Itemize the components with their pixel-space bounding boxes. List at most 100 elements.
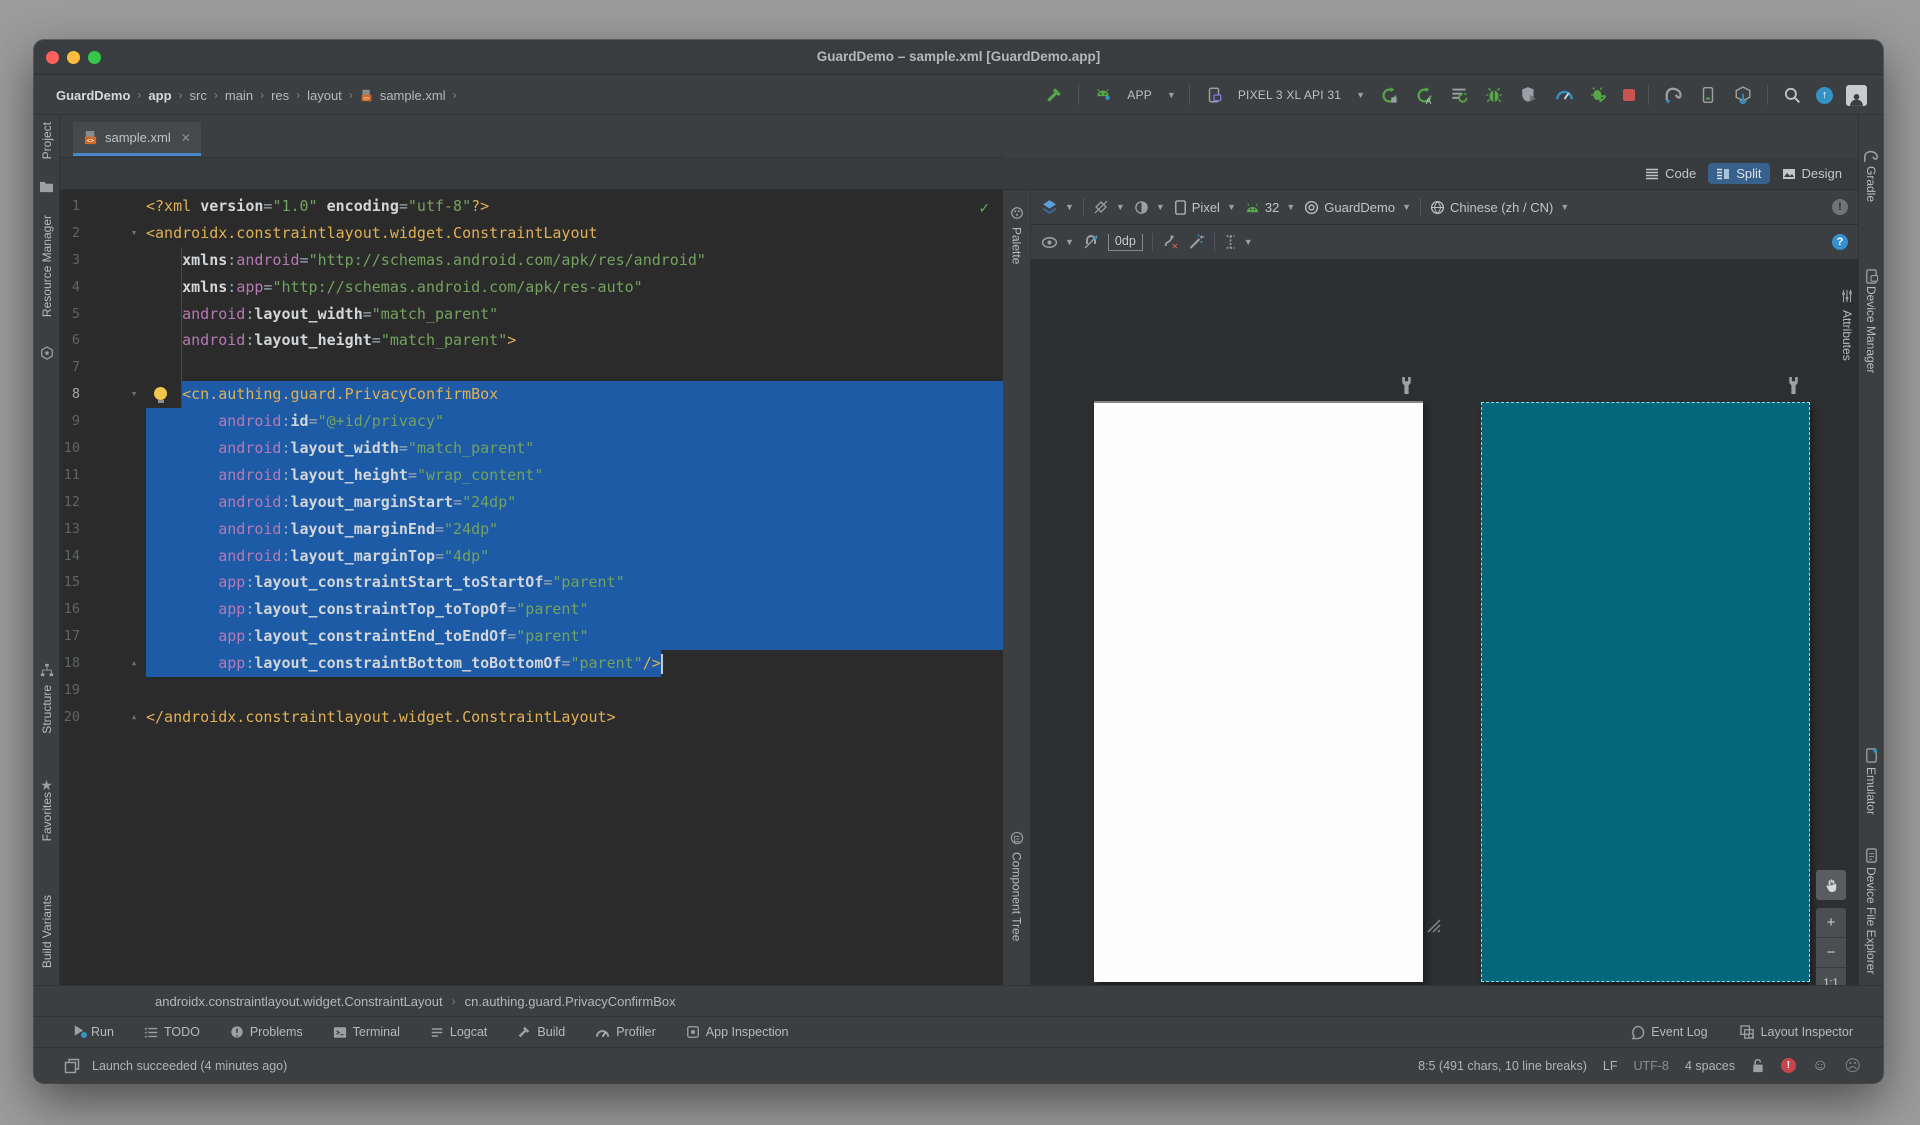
attributes-label[interactable]: Attributes	[1836, 310, 1858, 361]
chevron-down-icon[interactable]: ▼	[1356, 90, 1365, 100]
breadcrumb-item-layout[interactable]: layout	[307, 88, 342, 103]
view-mode-split[interactable]: Split	[1708, 163, 1770, 184]
close-tab-icon[interactable]: ✕	[181, 131, 191, 145]
device-config-wrench-icon[interactable]	[1786, 376, 1802, 396]
zoom-out-button[interactable]: −	[1816, 938, 1846, 968]
palette-icon[interactable]	[1009, 205, 1025, 221]
default-margin-selector[interactable]: 0dp	[1107, 233, 1143, 251]
stop-icon[interactable]	[1623, 89, 1635, 101]
resource-manager-icon[interactable]	[39, 345, 55, 361]
theme-dropdown[interactable]: GuardDemo ▼	[1304, 200, 1411, 215]
guideline-tool-icon[interactable]: ▼	[1224, 234, 1253, 250]
apply-code-changes-icon[interactable]: A	[1413, 84, 1435, 106]
palette-label[interactable]: Palette	[1003, 227, 1030, 264]
theme-mode-selector[interactable]: ▼	[1134, 200, 1165, 215]
infer-constraints-icon[interactable]	[1188, 234, 1205, 250]
tool-window-button-build[interactable]: Build	[517, 1025, 565, 1039]
tool-window-button-emulator[interactable]: Emulator	[1859, 767, 1883, 815]
code-line-17[interactable]: 17 app:layout_constraintEnd_toEndOf="par…	[60, 623, 1003, 651]
code-line-9[interactable]: 9 android:id="@+id/privacy"	[60, 408, 1003, 436]
autoconnect-off-icon[interactable]	[1083, 234, 1099, 250]
zoom-in-button[interactable]: +	[1816, 908, 1846, 938]
background-tasks-icon[interactable]	[64, 1058, 80, 1074]
profile-shield-icon[interactable]	[1518, 84, 1540, 106]
breadcrumb-item-res[interactable]: res	[271, 88, 289, 103]
tool-window-button-device-file-explorer[interactable]: Device File Explorer	[1859, 867, 1883, 974]
ide-update-icon[interactable]: ↑	[1816, 86, 1833, 104]
tool-window-button-structure[interactable]: Structure	[34, 685, 59, 734]
breadcrumb-item-sample.xml[interactable]: sample.xml	[380, 88, 446, 103]
orientation-selector[interactable]: ▼	[1093, 199, 1125, 215]
tool-window-button-todo[interactable]: TODO	[144, 1025, 200, 1039]
tool-window-button-resource-manager[interactable]: Resource Manager	[34, 215, 59, 317]
code-line-13[interactable]: 13 android:layout_marginEnd="24dp"	[60, 515, 1003, 543]
frown-feedback-icon[interactable]: ☹	[1844, 1056, 1861, 1076]
code-line-16[interactable]: 16 app:layout_constraintTop_toTopOf="par…	[60, 596, 1003, 624]
sdk-manager-icon[interactable]	[1732, 84, 1754, 106]
breadcrumb-item-GuardDemo[interactable]: GuardDemo	[56, 88, 130, 103]
unlock-icon[interactable]	[1751, 1058, 1765, 1073]
code-line-14[interactable]: 14 android:layout_marginTop="4dp"	[60, 542, 1003, 570]
clear-constraints-icon[interactable]: ✕	[1162, 234, 1179, 250]
emulator-icon[interactable]	[1863, 747, 1879, 763]
breadcrumb-item-src[interactable]: src	[190, 88, 207, 103]
tool-window-button-favorites[interactable]: Favorites	[34, 792, 59, 841]
structure-icon[interactable]	[39, 662, 55, 678]
fold-marker-icon[interactable]: ▴	[126, 704, 142, 731]
code-editor[interactable]: ✓ 1 <?xml version="1.0" encoding="utf-8"?…	[60, 190, 1003, 985]
design-surface[interactable]: + − 1:1	[1031, 260, 1858, 1028]
breadcrumb-item-main[interactable]: main	[225, 88, 253, 103]
design-surface-selector[interactable]: ▼	[1041, 199, 1074, 216]
view-options-icon[interactable]: ▼	[1041, 235, 1074, 250]
code-line-10[interactable]: 10 android:layout_width="match_parent"	[60, 435, 1003, 462]
code-line-3[interactable]: 3 xmlns:android="http://schemas.android.…	[60, 247, 1003, 274]
device-manager-side-icon[interactable]	[1863, 268, 1879, 284]
file-encoding[interactable]: UTF-8	[1634, 1059, 1669, 1073]
code-line-20[interactable]: 20 ▴ </androidx.constraintlayout.widget.Co…	[60, 704, 1003, 731]
fold-marker-icon[interactable]: ▾	[126, 381, 142, 408]
code-line-7[interactable]: 7	[60, 354, 1003, 381]
indent-setting[interactable]: 4 spaces	[1685, 1059, 1735, 1073]
code-line-18[interactable]: 18 ▴ app:layout_constraintBottom_toBottom…	[60, 650, 1003, 678]
tool-window-button-app-inspection[interactable]: App Inspection	[686, 1025, 789, 1039]
line-ending[interactable]: LF	[1603, 1059, 1618, 1073]
device-preview-selected-root[interactable]	[1481, 402, 1810, 982]
run-config-selector[interactable]: APP	[1127, 88, 1152, 102]
tool-window-button-terminal[interactable]: Terminal	[333, 1025, 400, 1039]
tool-window-button-logcat[interactable]: Logcat	[430, 1025, 487, 1039]
component-tree-label[interactable]: Component Tree	[1003, 852, 1030, 941]
component-tree-icon[interactable]	[1009, 830, 1025, 846]
tool-window-button-build-variants[interactable]: Build Variants	[34, 895, 59, 968]
tool-window-button-event-log[interactable]: Event Log	[1630, 1025, 1708, 1040]
attributes-sliders-icon[interactable]	[1839, 288, 1855, 304]
smiley-feedback-icon[interactable]: ☺	[1812, 1057, 1828, 1075]
gradle-sync-icon[interactable]	[1662, 84, 1684, 106]
breadcrumb-item-app[interactable]: app	[148, 88, 171, 103]
caret-position[interactable]: 8:5 (491 chars, 10 line breaks)	[1418, 1059, 1587, 1073]
tool-window-button-run[interactable]: Run	[72, 1024, 114, 1040]
error-highlight-icon[interactable]: !	[1780, 1058, 1796, 1073]
code-line-6[interactable]: 6 android:layout_height="match_parent">	[60, 327, 1003, 354]
code-line-8[interactable]: 8 ▾ <cn.authing.guard.PrivacyConfirmBox	[60, 381, 1003, 409]
breadcrumb-child-tag[interactable]: cn.authing.guard.PrivacyConfirmBox	[465, 994, 676, 1009]
api-level-dropdown[interactable]: 32 ▼	[1245, 200, 1295, 215]
folder-icon[interactable]	[39, 178, 55, 194]
user-avatar[interactable]	[1846, 84, 1867, 106]
locale-dropdown[interactable]: Chinese (zh / CN) ▼	[1430, 200, 1569, 215]
attach-debugger-icon[interactable]	[1588, 84, 1610, 106]
fold-marker-icon[interactable]: ▾	[126, 220, 142, 247]
device-preview-default[interactable]	[1094, 401, 1423, 982]
code-line-1[interactable]: 1 <?xml version="1.0" encoding="utf-8"?>	[60, 193, 1003, 220]
device-resize-handle[interactable]	[1426, 918, 1442, 934]
device-config-wrench-icon[interactable]	[1399, 376, 1415, 396]
device-selector[interactable]: PIXEL 3 XL API 31	[1238, 88, 1341, 102]
tool-window-button-project[interactable]: Project	[34, 122, 59, 159]
search-icon[interactable]	[1781, 84, 1803, 106]
status-message[interactable]: Launch succeeded (4 minutes ago)	[92, 1059, 287, 1073]
debug-icon[interactable]	[1483, 84, 1505, 106]
device-dropdown[interactable]: Pixel ▼	[1174, 200, 1236, 215]
code-line-19[interactable]: 19	[60, 677, 1003, 704]
tool-window-button-problems[interactable]: Problems	[230, 1025, 303, 1039]
tool-window-button-gradle[interactable]: Gradle	[1859, 166, 1883, 202]
star-icon[interactable]: ★	[39, 777, 55, 793]
